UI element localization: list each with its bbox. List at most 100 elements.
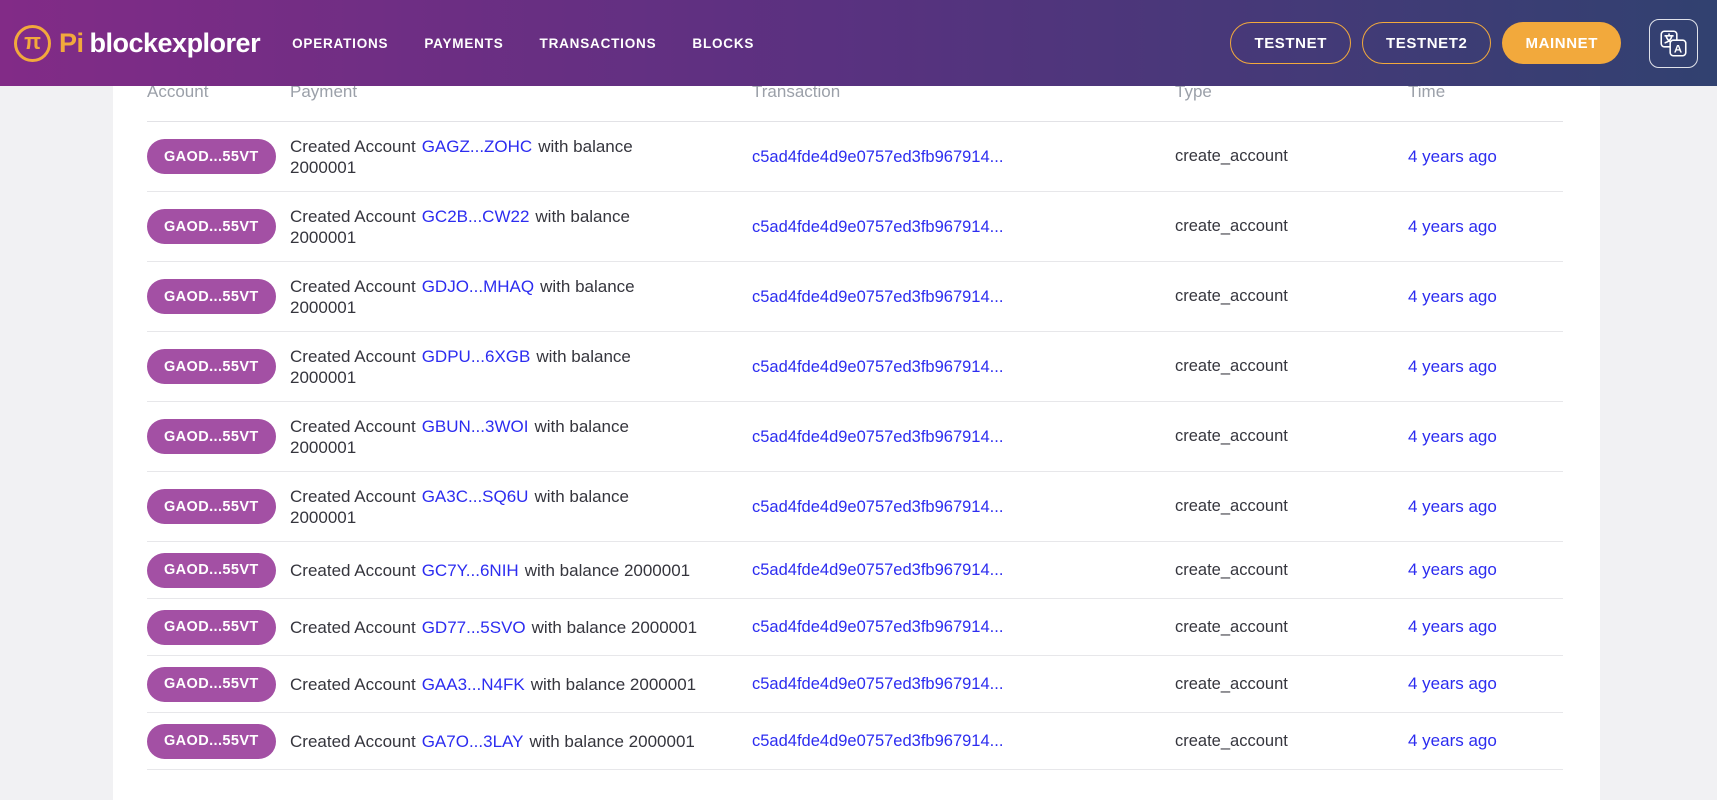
- account-cell: GAOD...55VT: [147, 349, 290, 384]
- transaction-link[interactable]: c5ad4fde4d9e0757ed3fb967914...: [752, 428, 1003, 446]
- payment-cell: Created Account GC2B...CW22 with balance 20…: [290, 206, 752, 248]
- transaction-link[interactable]: c5ad4fde4d9e0757ed3fb967914...: [752, 358, 1003, 376]
- transaction-link[interactable]: c5ad4fde4d9e0757ed3fb967914...: [752, 732, 1003, 750]
- payment-account-link[interactable]: GAA3...N4FK: [422, 675, 525, 694]
- time-link[interactable]: 4 years ago: [1408, 497, 1497, 516]
- payment-account-link[interactable]: GC7Y...6NIH: [422, 561, 519, 580]
- time-link[interactable]: 4 years ago: [1408, 731, 1497, 750]
- time-cell: 4 years ago: [1408, 287, 1563, 307]
- transaction-link[interactable]: c5ad4fde4d9e0757ed3fb967914...: [752, 498, 1003, 516]
- type-cell: create_account: [1175, 217, 1288, 235]
- payment-cell: Created Account GD77...5SVO with balance 2…: [290, 617, 752, 638]
- time-cell: 4 years ago: [1408, 497, 1563, 517]
- account-badge[interactable]: GAOD...55VT: [147, 489, 276, 524]
- payment-prefix: Created Account: [290, 206, 416, 226]
- table-row: GAOD...55VT Created Account GD77...5SVO wit…: [147, 599, 1563, 656]
- payment-account-link[interactable]: GDPU...6XGB: [422, 347, 531, 366]
- transaction-cell: c5ad4fde4d9e0757ed3fb967914...: [752, 217, 1175, 237]
- time-cell: 4 years ago: [1408, 217, 1563, 237]
- time-cell: 4 years ago: [1408, 427, 1563, 447]
- transaction-cell: c5ad4fde4d9e0757ed3fb967914...: [752, 674, 1175, 694]
- transaction-cell: c5ad4fde4d9e0757ed3fb967914...: [752, 147, 1175, 167]
- table-header-row: Account Payment Transaction Type Time: [147, 80, 1563, 122]
- transaction-link[interactable]: c5ad4fde4d9e0757ed3fb967914...: [752, 675, 1003, 693]
- payment-cell: Created Account GA7O...3LAY with balance 2…: [290, 731, 752, 752]
- account-badge[interactable]: GAOD...55VT: [147, 139, 276, 174]
- account-cell: GAOD...55VT: [147, 609, 290, 645]
- account-cell: GAOD...55VT: [147, 666, 290, 702]
- payment-prefix: Created Account: [290, 136, 416, 156]
- brand-name-blockexplorer: blockexplorer: [89, 27, 261, 58]
- time-link[interactable]: 4 years ago: [1408, 217, 1497, 236]
- pi-logo-icon: π: [14, 24, 51, 62]
- transaction-link[interactable]: c5ad4fde4d9e0757ed3fb967914...: [752, 618, 1003, 636]
- payment-account-link[interactable]: GBUN...3WOI: [422, 417, 529, 436]
- type-cell: create_account: [1175, 674, 1288, 693]
- account-cell: GAOD...55VT: [147, 489, 290, 524]
- payment-cell: Created Account GDPU...6XGB with balance 20…: [290, 346, 752, 388]
- brand-logo[interactable]: π Pi blockexplorer: [14, 24, 261, 62]
- table-row: GAOD...55VT Created Account GC2B...CW22 wit…: [147, 192, 1563, 262]
- account-badge[interactable]: GAOD...55VT: [147, 349, 276, 384]
- time-link[interactable]: 4 years ago: [1408, 357, 1497, 376]
- transaction-link[interactable]: c5ad4fde4d9e0757ed3fb967914...: [752, 148, 1003, 166]
- main-nav: OPERATIONS PAYMENTS TRANSACTIONS BLOCKS: [292, 36, 754, 51]
- time-cell: 4 years ago: [1408, 147, 1563, 167]
- table-row: GAOD...55VT Created Account GC7Y...6NIH wit…: [147, 542, 1563, 599]
- transaction-link[interactable]: c5ad4fde4d9e0757ed3fb967914...: [752, 288, 1003, 306]
- account-cell: GAOD...55VT: [147, 139, 290, 174]
- time-link[interactable]: 4 years ago: [1408, 287, 1497, 306]
- type-cell: create_account: [1175, 287, 1288, 305]
- nav-transactions[interactable]: TRANSACTIONS: [540, 36, 657, 51]
- payment-suffix: with balance 2000001: [531, 617, 698, 637]
- nav-payments[interactable]: PAYMENTS: [424, 36, 503, 51]
- time-cell: 4 years ago: [1408, 357, 1563, 377]
- time-cell: 4 years ago: [1408, 674, 1563, 694]
- account-badge[interactable]: GAOD...55VT: [147, 419, 276, 454]
- table-body: GAOD...55VT Created Account GAGZ...ZOHC wit…: [147, 122, 1563, 770]
- payment-account-link[interactable]: GC2B...CW22: [422, 207, 530, 226]
- mainnet-button[interactable]: MAINNET: [1502, 22, 1621, 64]
- account-cell: GAOD...55VT: [147, 723, 290, 759]
- time-link[interactable]: 4 years ago: [1408, 674, 1497, 693]
- type-cell: create_account: [1175, 560, 1288, 579]
- testnet2-button[interactable]: TESTNET2: [1361, 22, 1492, 64]
- top-navbar: π Pi blockexplorer OPERATIONS PAYMENTS T…: [0, 0, 1717, 86]
- transaction-link[interactable]: c5ad4fde4d9e0757ed3fb967914...: [752, 561, 1003, 579]
- type-cell: create_account: [1175, 497, 1288, 515]
- transaction-link[interactable]: c5ad4fde4d9e0757ed3fb967914...: [752, 218, 1003, 236]
- account-badge[interactable]: GAOD...55VT: [147, 609, 276, 645]
- account-badge[interactable]: GAOD...55VT: [147, 666, 276, 702]
- payment-cell: Created Account GA3C...SQ6U with balance 20…: [290, 486, 752, 528]
- operations-table: Account Payment Transaction Type Time GA…: [147, 80, 1563, 770]
- payment-prefix: Created Account: [290, 486, 416, 506]
- table-row: GAOD...55VT Created Account GAA3...N4FK wit…: [147, 656, 1563, 713]
- account-cell: GAOD...55VT: [147, 209, 290, 244]
- payment-suffix: with balance 2000001: [529, 731, 695, 751]
- payment-account-link[interactable]: GA3C...SQ6U: [422, 487, 529, 506]
- payment-cell: Created Account GAGZ...ZOHC with balance 20…: [290, 136, 752, 178]
- time-link[interactable]: 4 years ago: [1408, 617, 1497, 636]
- account-cell: GAOD...55VT: [147, 279, 290, 314]
- payment-account-link[interactable]: GD77...5SVO: [422, 618, 526, 637]
- account-badge[interactable]: GAOD...55VT: [147, 209, 276, 244]
- payment-prefix: Created Account: [290, 416, 416, 436]
- translate-button[interactable]: A: [1649, 18, 1698, 68]
- account-badge[interactable]: GAOD...55VT: [147, 279, 276, 314]
- payment-account-link[interactable]: GDJO...MHAQ: [422, 277, 534, 296]
- payment-account-link[interactable]: GA7O...3LAY: [422, 732, 524, 751]
- nav-blocks[interactable]: BLOCKS: [692, 36, 754, 51]
- nav-operations[interactable]: OPERATIONS: [292, 36, 388, 51]
- payment-cell: Created Account GC7Y...6NIH with balance 2…: [290, 560, 752, 581]
- transaction-cell: c5ad4fde4d9e0757ed3fb967914...: [752, 427, 1175, 447]
- account-badge[interactable]: GAOD...55VT: [147, 723, 276, 759]
- time-link[interactable]: 4 years ago: [1408, 560, 1497, 579]
- type-cell: create_account: [1175, 427, 1288, 445]
- payment-account-link[interactable]: GAGZ...ZOHC: [422, 137, 533, 156]
- testnet-button[interactable]: TESTNET: [1230, 22, 1351, 64]
- account-cell: GAOD...55VT: [147, 552, 290, 588]
- time-link[interactable]: 4 years ago: [1408, 427, 1497, 446]
- time-link[interactable]: 4 years ago: [1408, 147, 1497, 166]
- brand-name-pi: Pi: [59, 27, 84, 58]
- account-badge[interactable]: GAOD...55VT: [147, 552, 276, 588]
